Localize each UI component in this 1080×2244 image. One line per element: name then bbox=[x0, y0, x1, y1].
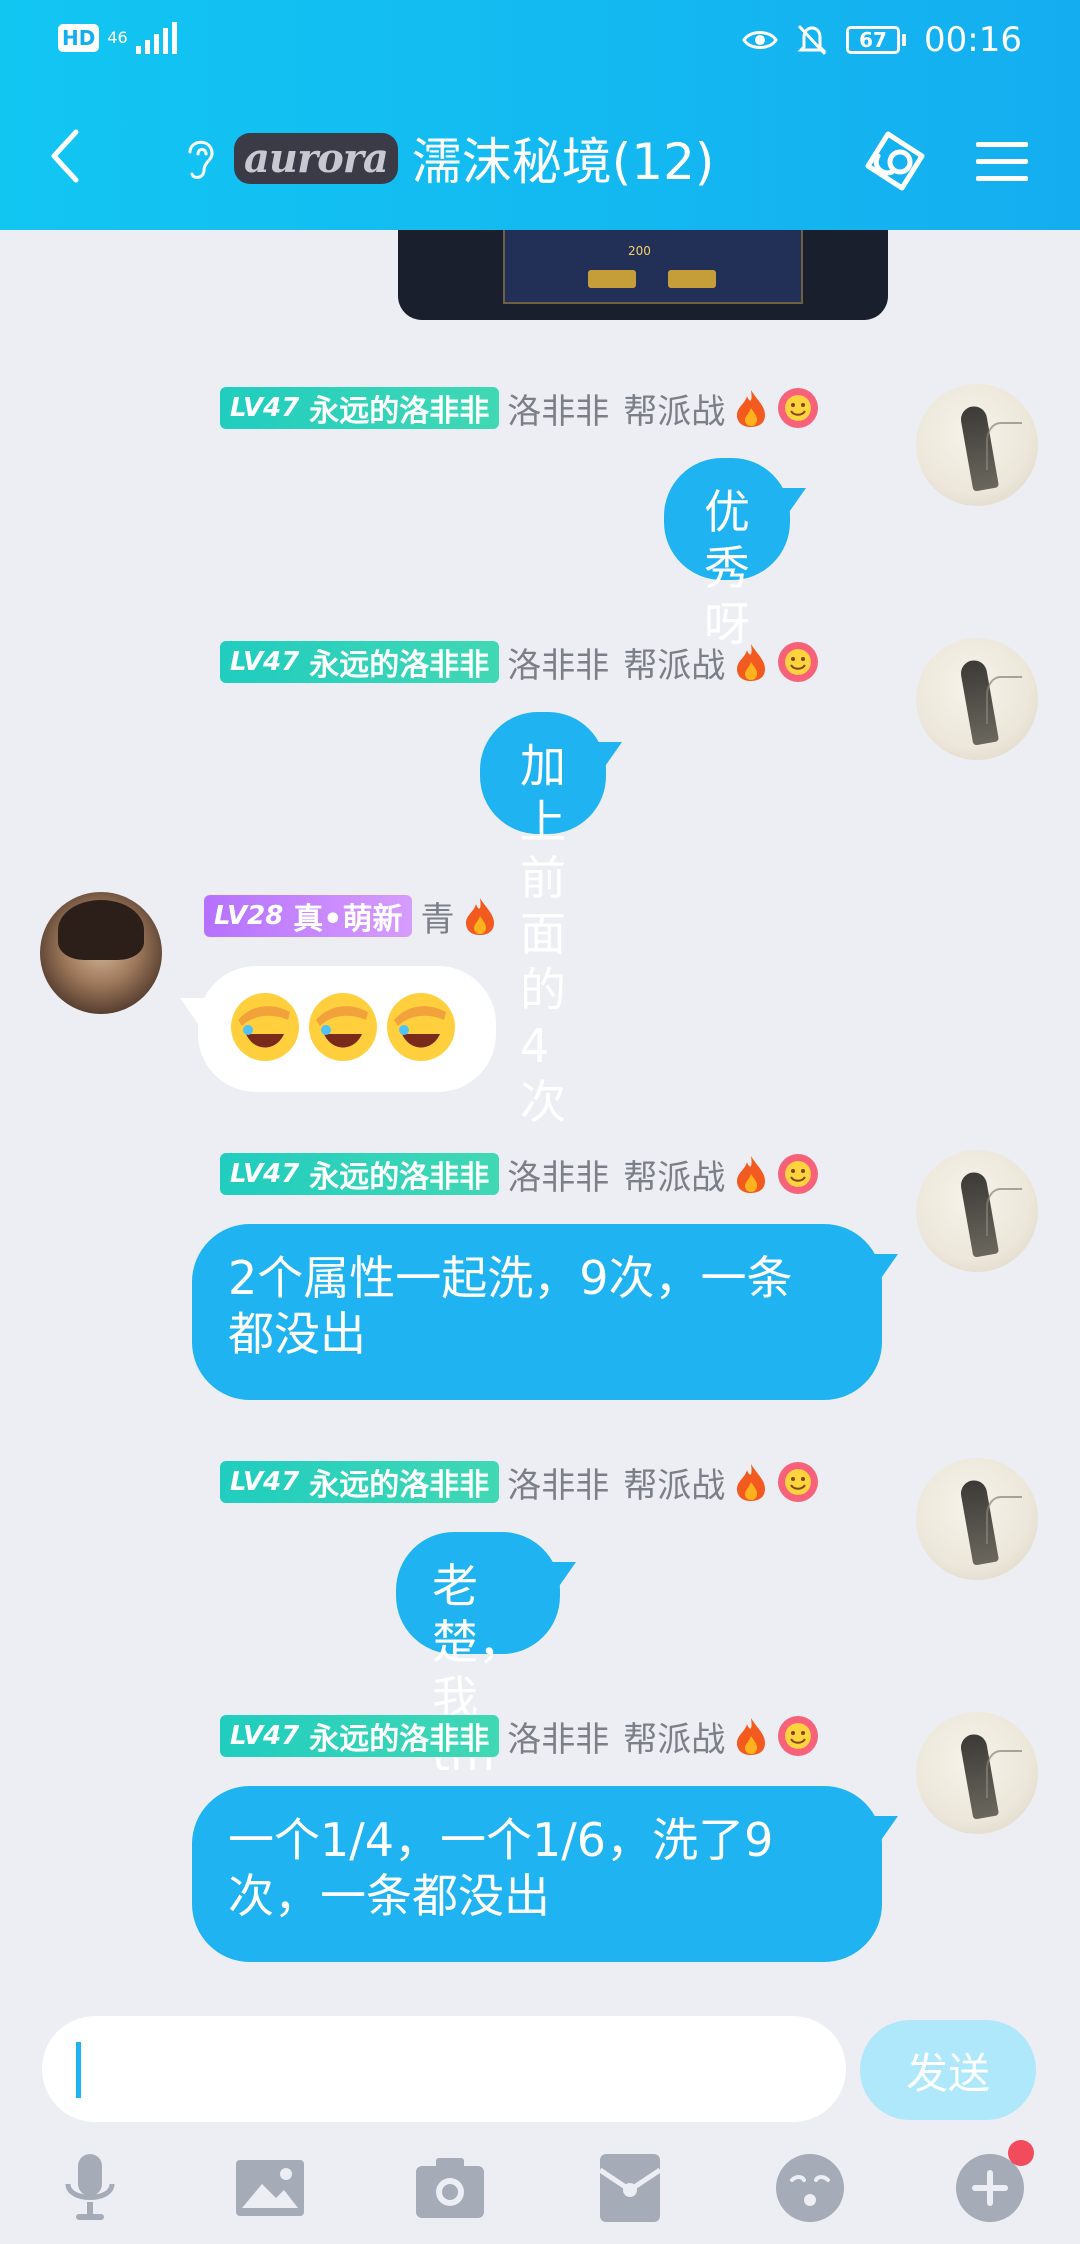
avatar[interactable] bbox=[916, 1458, 1038, 1580]
input-toolbar bbox=[0, 2140, 1080, 2240]
eye-icon bbox=[742, 31, 778, 49]
fire-icon bbox=[466, 898, 495, 935]
level-badge: LV47 永远的洛非非 bbox=[220, 1153, 500, 1195]
nav-bar: aurora 濡沫秘境(12) bbox=[0, 100, 1080, 220]
message-bubble[interactable]: 优秀呀 bbox=[664, 458, 790, 651]
message-bubble[interactable]: 老楚，我tm谢谢你 bbox=[396, 1532, 560, 1893]
sender-meta: LV47 永远的洛非非 洛非非 帮派战 bbox=[220, 640, 819, 686]
message-text: 优秀呀 bbox=[704, 485, 750, 651]
plus-button[interactable] bbox=[952, 2140, 1034, 2226]
signal-icon bbox=[135, 22, 177, 54]
sender-meta: LV47 永远的洛非非 洛非非 帮派战 bbox=[220, 1460, 819, 1506]
fire-icon bbox=[737, 1464, 766, 1501]
message-input[interactable] bbox=[42, 2016, 846, 2122]
fire-icon bbox=[737, 644, 766, 681]
level-badge: LV47 永远的洛非非 bbox=[220, 641, 500, 683]
sender-meta: LV28 真•萌新 青 bbox=[204, 894, 498, 940]
avatar[interactable] bbox=[40, 892, 162, 1014]
back-button[interactable] bbox=[44, 126, 88, 186]
facepalm-laugh-emoji bbox=[309, 993, 377, 1061]
mute-bell-icon bbox=[797, 24, 827, 56]
sender-tag: 帮派战 bbox=[623, 645, 726, 686]
status-left: HD 46 bbox=[58, 22, 177, 54]
clock: 00:16 bbox=[924, 20, 1022, 60]
image-button bbox=[668, 270, 716, 288]
avatar[interactable] bbox=[916, 1712, 1038, 1834]
fire-icon bbox=[737, 390, 766, 427]
battery-icon: 67 bbox=[846, 26, 907, 54]
chat-header: HD 46 67 00:16 aurora 濡沫秘境(12) bbox=[0, 0, 1080, 230]
message-text-line: 2个属性一起洗，9次，一条 bbox=[228, 1251, 793, 1305]
sender-meta: LV47 永远的洛非非 洛非非 帮派战 bbox=[220, 386, 819, 432]
status-bar: HD 46 67 00:16 bbox=[0, 0, 1080, 80]
message-list[interactable]: 200 LV47 永远的洛非非 洛非非 帮派战 优秀呀 LV47 永远的洛非非 洛非… bbox=[0, 230, 1080, 2000]
nav-actions bbox=[858, 126, 1030, 198]
sender-meta: LV47 永远的洛非非 洛非非 帮派战 bbox=[220, 1152, 819, 1198]
menu-icon[interactable] bbox=[974, 138, 1030, 186]
link-icon[interactable] bbox=[858, 126, 930, 198]
message-bubble[interactable]: 2个属性一起洗，9次，一条 都没出 bbox=[192, 1224, 882, 1400]
message-text-line: 次，一条都没出 bbox=[228, 1869, 550, 1923]
sender-name: 洛非非 bbox=[507, 391, 610, 432]
image-panel bbox=[503, 230, 803, 304]
image-icon[interactable] bbox=[232, 2150, 308, 2226]
hd-icon: HD bbox=[58, 24, 100, 52]
image-button bbox=[588, 270, 636, 288]
text-caret bbox=[76, 2042, 81, 2098]
sender-tag: 帮派战 bbox=[623, 1719, 726, 1760]
notification-dot bbox=[1008, 2140, 1034, 2166]
sender-name: 青 bbox=[420, 899, 455, 940]
network-type: 46 bbox=[107, 28, 128, 47]
smile-flower-icon bbox=[778, 1154, 819, 1194]
smile-flower-icon bbox=[778, 1716, 819, 1756]
battery-level: 67 bbox=[846, 26, 901, 54]
level-badge: LV47 永远的洛非非 bbox=[220, 1715, 500, 1757]
sender-tag: 帮派战 bbox=[623, 391, 726, 432]
group-title: 濡沫秘境(12) bbox=[411, 133, 715, 191]
smile-flower-icon bbox=[778, 1462, 819, 1502]
avatar[interactable] bbox=[916, 1150, 1038, 1272]
status-right: 67 00:16 bbox=[742, 20, 1022, 60]
facepalm-laugh-emoji bbox=[387, 993, 455, 1061]
avatar[interactable] bbox=[916, 384, 1038, 506]
avatar[interactable] bbox=[916, 638, 1038, 760]
level-badge: LV47 永远的洛非非 bbox=[220, 1461, 500, 1503]
sender-tag: 帮派战 bbox=[623, 1157, 726, 1198]
smile-flower-icon bbox=[778, 388, 819, 428]
sender-name: 洛非非 bbox=[507, 1719, 610, 1760]
level-badge: LV47 永远的洛非非 bbox=[220, 387, 500, 429]
red-packet-icon[interactable] bbox=[592, 2150, 668, 2226]
facepalm-laugh-emoji bbox=[231, 993, 299, 1061]
sender-name: 洛非非 bbox=[507, 1465, 610, 1506]
fire-icon bbox=[737, 1156, 766, 1193]
camera-icon[interactable] bbox=[412, 2150, 488, 2226]
smile-flower-icon bbox=[778, 642, 819, 682]
fire-icon bbox=[737, 1718, 766, 1755]
message-text-line: 都没出 bbox=[228, 1307, 366, 1361]
shared-image[interactable]: 200 bbox=[398, 230, 888, 320]
input-area: 发送 bbox=[0, 2000, 1080, 2244]
sender-name: 洛非非 bbox=[507, 1157, 610, 1198]
message-text: 加上前面的4次 bbox=[520, 739, 566, 1129]
image-coin-value: 200 bbox=[628, 244, 651, 258]
message-text-line: 一个1/4，一个1/6，洗了9 bbox=[228, 1813, 774, 1867]
level-badge: LV28 真•萌新 bbox=[204, 895, 413, 937]
message-bubble[interactable] bbox=[198, 966, 496, 1092]
sender-meta: LV47 永远的洛非非 洛非非 帮派战 bbox=[220, 1714, 819, 1760]
emoji-icon[interactable] bbox=[772, 2150, 848, 2226]
ear-icon[interactable] bbox=[180, 132, 220, 184]
sender-name: 洛非非 bbox=[507, 645, 610, 686]
message-bubble[interactable]: 加上前面的4次 bbox=[480, 712, 606, 1129]
microphone-icon[interactable] bbox=[52, 2150, 128, 2226]
message-bubble[interactable]: 一个1/4，一个1/6，洗了9 次，一条都没出 bbox=[192, 1786, 882, 1962]
send-button[interactable]: 发送 bbox=[860, 2020, 1036, 2120]
group-logo: aurora bbox=[234, 132, 398, 184]
chat-title-group[interactable]: aurora 濡沫秘境(12) bbox=[180, 122, 714, 194]
sender-tag: 帮派战 bbox=[623, 1465, 726, 1506]
